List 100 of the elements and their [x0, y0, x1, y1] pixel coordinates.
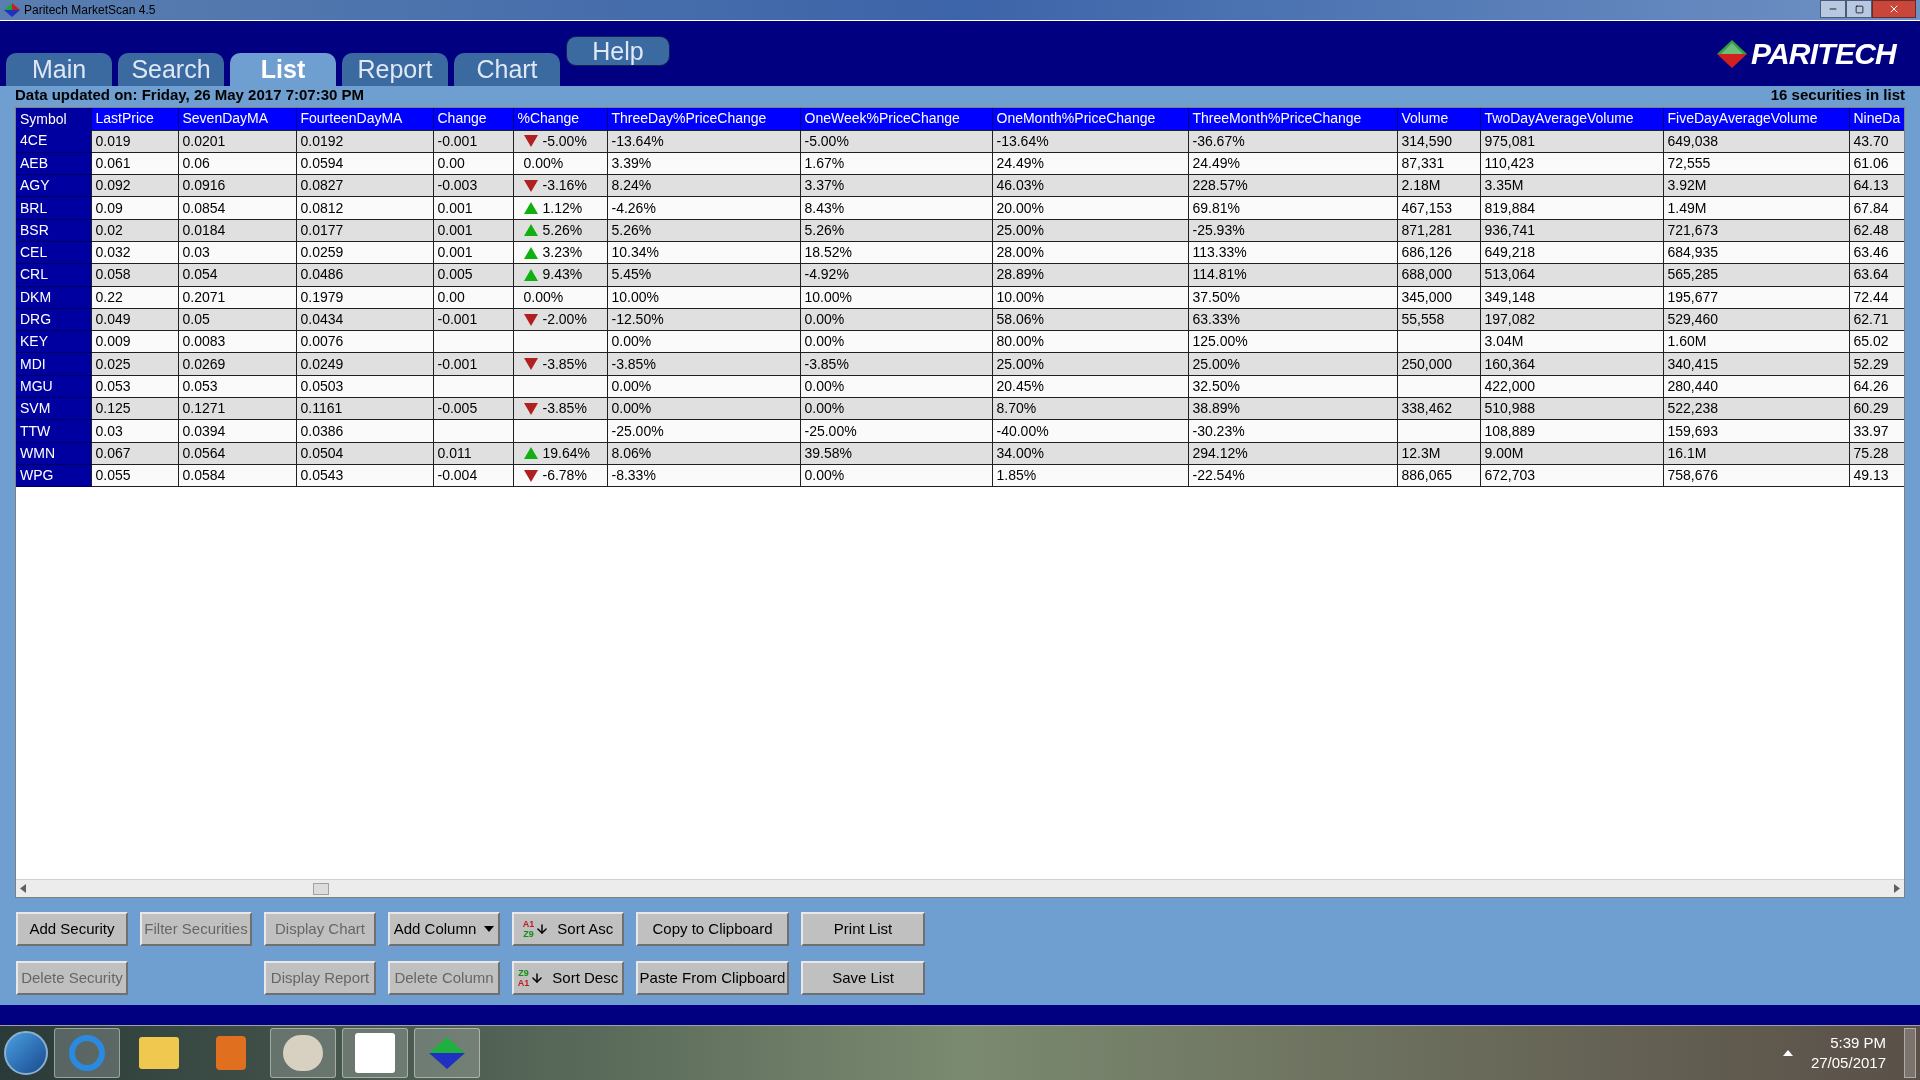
column-header[interactable]: Change — [433, 108, 513, 130]
table-cell: 63.33% — [1192, 311, 1240, 327]
symbol-cell[interactable]: TTW — [16, 419, 91, 443]
table-cell: 0.05 — [182, 311, 210, 327]
logo-diamond-icon — [1716, 39, 1747, 68]
table-cell: 0.009 — [95, 333, 131, 350]
action-button[interactable]: Add Security — [16, 912, 128, 946]
table-cell: 1.49M — [1667, 199, 1707, 216]
action-button[interactable]: Add Column — [388, 912, 500, 946]
table-cell: -0.001 — [437, 132, 478, 149]
table-cell: 55,558 — [1401, 311, 1445, 327]
column-header[interactable]: Symbol — [16, 108, 91, 130]
symbol-cell[interactable]: 4CE — [16, 130, 91, 153]
table-cell: 0.00% — [804, 311, 845, 327]
table-cell: -25.93% — [1192, 221, 1245, 238]
table-cell: 38.89% — [1192, 400, 1240, 417]
table-cell: 0.00% — [611, 333, 652, 350]
table-cell: 0.001 — [437, 244, 473, 261]
column-header[interactable]: FourteenDayMA — [296, 108, 433, 130]
column-header[interactable]: OneWeek%PriceChange — [800, 108, 992, 130]
horizontal-scrollbar[interactable] — [16, 879, 1904, 897]
table-cell: 63.46 — [1853, 244, 1889, 261]
table-cell: 3.04M — [1484, 333, 1524, 350]
symbol-cell[interactable]: BRL — [16, 196, 91, 220]
table-cell: 0.00 — [437, 154, 465, 171]
action-button[interactable]: Paste From Clipboard — [636, 961, 789, 995]
symbol-cell[interactable]: AGY — [16, 174, 91, 197]
column-header[interactable]: ThreeMonth%PriceChange — [1188, 108, 1397, 130]
table-cell: 758,676 — [1667, 467, 1719, 484]
minimize-button[interactable] — [1820, 0, 1846, 18]
table-cell: 0.0386 — [300, 422, 344, 439]
table-cell: 195,677 — [1667, 288, 1719, 305]
help-button[interactable]: Help — [566, 36, 670, 66]
column-header[interactable]: FiveDayAverageVolume — [1663, 108, 1849, 130]
table-cell: -36.67% — [1192, 132, 1245, 149]
tab[interactable]: Search — [118, 53, 224, 86]
table-cell: 28.89% — [996, 266, 1044, 283]
table-cell: 1.67% — [804, 154, 845, 171]
action-button[interactable]: Copy to Clipboard — [636, 912, 789, 946]
symbol-cell[interactable]: CRL — [16, 263, 91, 287]
table-cell: 936,741 — [1484, 221, 1536, 238]
symbol-cell[interactable]: DRG — [16, 308, 91, 331]
table-cell: 684,935 — [1667, 244, 1719, 261]
column-header[interactable]: LastPrice — [91, 108, 178, 130]
tab[interactable]: Chart — [454, 53, 560, 86]
symbol-cell[interactable]: WPG — [16, 464, 91, 487]
table-cell: 33.97 — [1853, 422, 1889, 439]
start-button[interactable] — [4, 1031, 48, 1075]
table-cell-text: 9.43% — [542, 265, 583, 285]
table-cell: 10.34% — [611, 244, 659, 261]
table-cell: 467,153 — [1401, 199, 1453, 216]
column-header[interactable]: OneMonth%PriceChange — [992, 108, 1188, 130]
column-header[interactable]: ThreeDay%PriceChange — [607, 108, 800, 130]
column-header[interactable]: SevenDayMA — [178, 108, 296, 130]
table-cell: 280,440 — [1667, 377, 1719, 394]
action-button[interactable]: Z9 A1 Sort Desc — [512, 961, 624, 995]
symbol-cell[interactable]: SVM — [16, 397, 91, 420]
table-cell-text: -6.78% — [542, 466, 587, 486]
table-cell: 65.02 — [1853, 333, 1889, 350]
show-hidden-icons-icon[interactable] — [1782, 1050, 1793, 1056]
symbol-cell[interactable]: DKM — [16, 286, 91, 309]
close-button[interactable] — [1872, 0, 1916, 18]
tab[interactable]: Main — [6, 53, 112, 86]
column-header[interactable]: Volume — [1397, 108, 1480, 130]
table-cell: 8.06% — [611, 444, 652, 461]
table-cell: -8.33% — [611, 467, 656, 484]
symbol-cell[interactable]: WMN — [16, 442, 91, 465]
table-cell: 0.0543 — [300, 467, 344, 484]
table-cell: 62.48 — [1853, 221, 1889, 238]
maximize-button[interactable] — [1846, 0, 1872, 18]
table-cell: 0.005 — [437, 266, 473, 283]
table-cell-text: -2.00% — [542, 310, 587, 329]
table-cell: 0.054 — [182, 266, 218, 283]
action-button[interactable]: Save List — [801, 961, 925, 995]
symbol-cell[interactable]: AEB — [16, 152, 91, 175]
symbol-cell[interactable]: KEY — [16, 330, 91, 353]
scrollbar-thumb[interactable] — [313, 883, 329, 895]
table-cell: -4.92% — [804, 266, 849, 283]
table-cell: -0.003 — [437, 177, 478, 194]
column-header[interactable]: NineDa — [1849, 108, 1904, 130]
table-cell: 0.0827 — [300, 177, 344, 194]
column-header[interactable]: TwoDayAverageVolume — [1480, 108, 1663, 130]
table-cell: 0.055 — [95, 467, 131, 484]
right-arrow-icon — [1894, 884, 1900, 893]
table-cell-text: 5.26% — [542, 220, 583, 240]
action-button[interactable]: A1 Z9 Sort Asc — [512, 912, 624, 946]
symbol-cell[interactable]: BSR — [16, 219, 91, 242]
action-button[interactable]: Print List — [801, 912, 925, 946]
table-cell: -5.00% — [804, 132, 849, 149]
symbol-cell[interactable]: CEL — [16, 241, 91, 264]
table-cell: 228.57% — [1192, 177, 1248, 194]
tab[interactable]: Report — [342, 53, 448, 86]
symbol-cell[interactable]: MGU — [16, 375, 91, 398]
table-cell: -3.85% — [611, 355, 656, 372]
column-header[interactable]: %Change — [513, 108, 607, 130]
symbol-cell[interactable]: MDI — [16, 352, 91, 376]
table-cell: 0.0201 — [182, 132, 226, 149]
table-cell: 510,988 — [1484, 400, 1536, 417]
table-cell: 0.00% — [804, 467, 845, 484]
table-cell: -40.00% — [996, 422, 1049, 439]
